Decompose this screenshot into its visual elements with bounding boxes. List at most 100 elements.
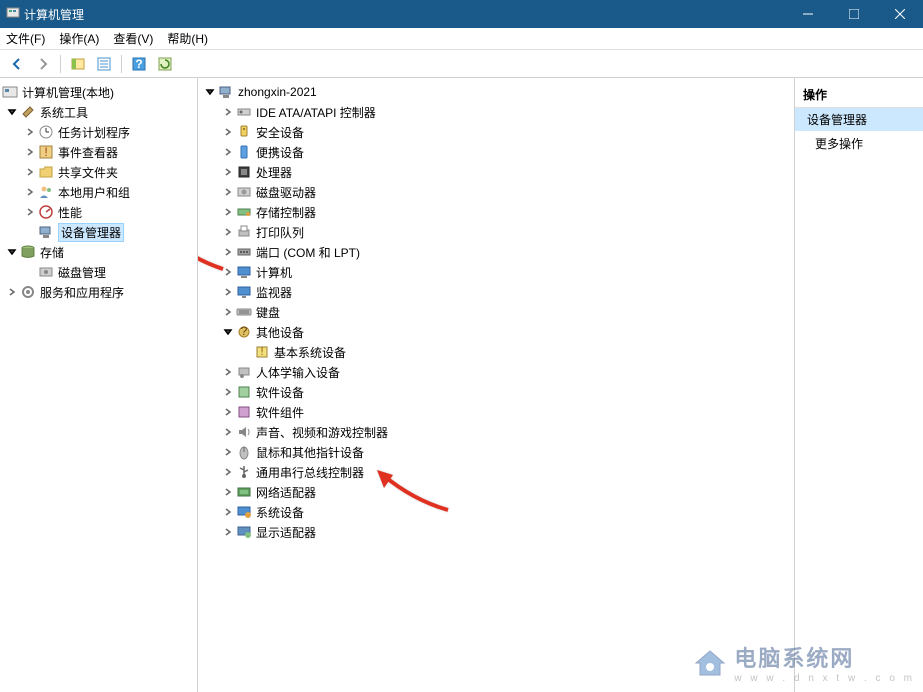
- chevron-down-icon[interactable]: [222, 326, 234, 338]
- tree-system-tools[interactable]: 系统工具: [0, 102, 197, 122]
- chevron-right-icon[interactable]: [222, 106, 234, 118]
- services-icon: [20, 284, 36, 300]
- minimize-button[interactable]: [785, 0, 831, 28]
- svg-text:?: ?: [241, 324, 248, 338]
- device-label: 显示适配器: [256, 524, 316, 541]
- tree-local-users[interactable]: 本地用户和组: [0, 182, 197, 202]
- maximize-button[interactable]: [831, 0, 877, 28]
- device-baseSys[interactable]: !基本系统设备: [198, 342, 794, 362]
- tree-event-viewer[interactable]: ! 事件查看器: [0, 142, 197, 162]
- watermark: 电脑系统网 w w w . d n x t w . c o m: [692, 641, 915, 684]
- chevron-right-icon[interactable]: [222, 166, 234, 178]
- chevron-right-icon[interactable]: [24, 126, 36, 138]
- device-sound[interactable]: 声音、视频和游戏控制器: [198, 422, 794, 442]
- tree-services[interactable]: 服务和应用程序: [0, 282, 197, 302]
- tree-performance[interactable]: 性能: [0, 202, 197, 222]
- device-keyboard[interactable]: 键盘: [198, 302, 794, 322]
- chevron-right-icon[interactable]: [222, 486, 234, 498]
- chevron-right-icon[interactable]: [222, 366, 234, 378]
- chevron-right-icon[interactable]: [222, 226, 234, 238]
- chevron-right-icon[interactable]: [222, 506, 234, 518]
- device-softDev[interactable]: 软件设备: [198, 382, 794, 402]
- device-portable[interactable]: 便携设备: [198, 142, 794, 162]
- display-icon: [236, 524, 252, 540]
- tree-storage[interactable]: 存储: [0, 242, 197, 262]
- properties-button[interactable]: [93, 53, 115, 75]
- tree-root[interactable]: 计算机管理(本地): [0, 82, 197, 102]
- chevron-right-icon[interactable]: [24, 166, 36, 178]
- chevron-right-icon[interactable]: [222, 126, 234, 138]
- device-label: 软件设备: [256, 384, 304, 401]
- chevron-right-icon[interactable]: [24, 186, 36, 198]
- device-printQueue[interactable]: 打印队列: [198, 222, 794, 242]
- chevron-down-icon[interactable]: [6, 246, 18, 258]
- device-softComp[interactable]: 软件组件: [198, 402, 794, 422]
- device-mouse[interactable]: 鼠标和其他指针设备: [198, 442, 794, 462]
- device-ports[interactable]: 端口 (COM 和 LPT): [198, 242, 794, 262]
- svg-text:!: !: [260, 344, 263, 358]
- chevron-right-icon[interactable]: [222, 466, 234, 478]
- chevron-right-icon[interactable]: [222, 206, 234, 218]
- chevron-right-icon[interactable]: [222, 526, 234, 538]
- menu-help[interactable]: 帮助(H): [167, 30, 208, 47]
- chevron-right-icon[interactable]: [222, 146, 234, 158]
- device-processor[interactable]: 处理器: [198, 162, 794, 182]
- chevron-right-icon[interactable]: [222, 386, 234, 398]
- device-hid[interactable]: 人体学输入设备: [198, 362, 794, 382]
- chevron-down-icon[interactable]: [6, 106, 18, 118]
- chevron-right-icon[interactable]: [222, 266, 234, 278]
- tree-disk-management[interactable]: 磁盘管理: [0, 262, 197, 282]
- device-network[interactable]: 网络适配器: [198, 482, 794, 502]
- device-label: 鼠标和其他指针设备: [256, 444, 364, 461]
- device-monitor[interactable]: 监视器: [198, 282, 794, 302]
- help-button[interactable]: ?: [128, 53, 150, 75]
- chevron-right-icon[interactable]: [222, 246, 234, 258]
- device-host[interactable]: zhongxin-2021: [198, 82, 794, 102]
- chevron-right-icon[interactable]: [24, 146, 36, 158]
- device-ide[interactable]: IDE ATA/ATAPI 控制器: [198, 102, 794, 122]
- forward-button[interactable]: [32, 53, 54, 75]
- device-label: 监视器: [256, 284, 292, 301]
- device-storageCtl[interactable]: 存储控制器: [198, 202, 794, 222]
- processor-icon: [236, 164, 252, 180]
- svg-text:?: ?: [135, 57, 142, 71]
- menu-action[interactable]: 操作(A): [59, 30, 99, 47]
- softDev-icon: [236, 384, 252, 400]
- device-display[interactable]: 显示适配器: [198, 522, 794, 542]
- device-security[interactable]: 安全设备: [198, 122, 794, 142]
- more-actions-link[interactable]: 更多操作: [795, 131, 923, 156]
- tree-shared-folders[interactable]: 共享文件夹: [0, 162, 197, 182]
- left-tree-pane: 计算机管理(本地) 系统工具 任务计划程序 ! 事件查看器 共享文件夹: [0, 78, 198, 692]
- device-label: 系统设备: [256, 504, 304, 521]
- svg-text:!: !: [44, 145, 47, 159]
- back-button[interactable]: [6, 53, 28, 75]
- close-button[interactable]: [877, 0, 923, 28]
- menu-view[interactable]: 查看(V): [113, 30, 153, 47]
- baseSys-icon: !: [254, 344, 270, 360]
- device-label: 端口 (COM 和 LPT): [256, 244, 360, 261]
- network-icon: [236, 484, 252, 500]
- security-icon: [236, 124, 252, 140]
- chevron-right-icon[interactable]: [222, 186, 234, 198]
- chevron-down-icon[interactable]: [204, 86, 216, 98]
- chevron-right-icon[interactable]: [222, 406, 234, 418]
- device-diskDrive[interactable]: 磁盘驱动器: [198, 182, 794, 202]
- chevron-right-icon[interactable]: [222, 426, 234, 438]
- chevron-right-icon[interactable]: [222, 446, 234, 458]
- device-usb[interactable]: 通用串行总线控制器: [198, 462, 794, 482]
- chevron-right-icon[interactable]: [6, 286, 18, 298]
- device-otherDevices[interactable]: ?其他设备: [198, 322, 794, 342]
- menu-file[interactable]: 文件(F): [6, 30, 45, 47]
- tree-task-scheduler[interactable]: 任务计划程序: [0, 122, 197, 142]
- tree-device-manager[interactable]: 设备管理器: [0, 222, 197, 242]
- refresh-button[interactable]: [154, 53, 176, 75]
- watermark-url: w w w . d n x t w . c o m: [734, 673, 915, 684]
- printQueue-icon: [236, 224, 252, 240]
- device-sysDev[interactable]: 系统设备: [198, 502, 794, 522]
- show-hide-button[interactable]: [67, 53, 89, 75]
- chevron-right-icon[interactable]: [222, 286, 234, 298]
- device-label: 声音、视频和游戏控制器: [256, 424, 388, 441]
- device-computer[interactable]: 计算机: [198, 262, 794, 282]
- chevron-right-icon[interactable]: [24, 206, 36, 218]
- chevron-right-icon[interactable]: [222, 306, 234, 318]
